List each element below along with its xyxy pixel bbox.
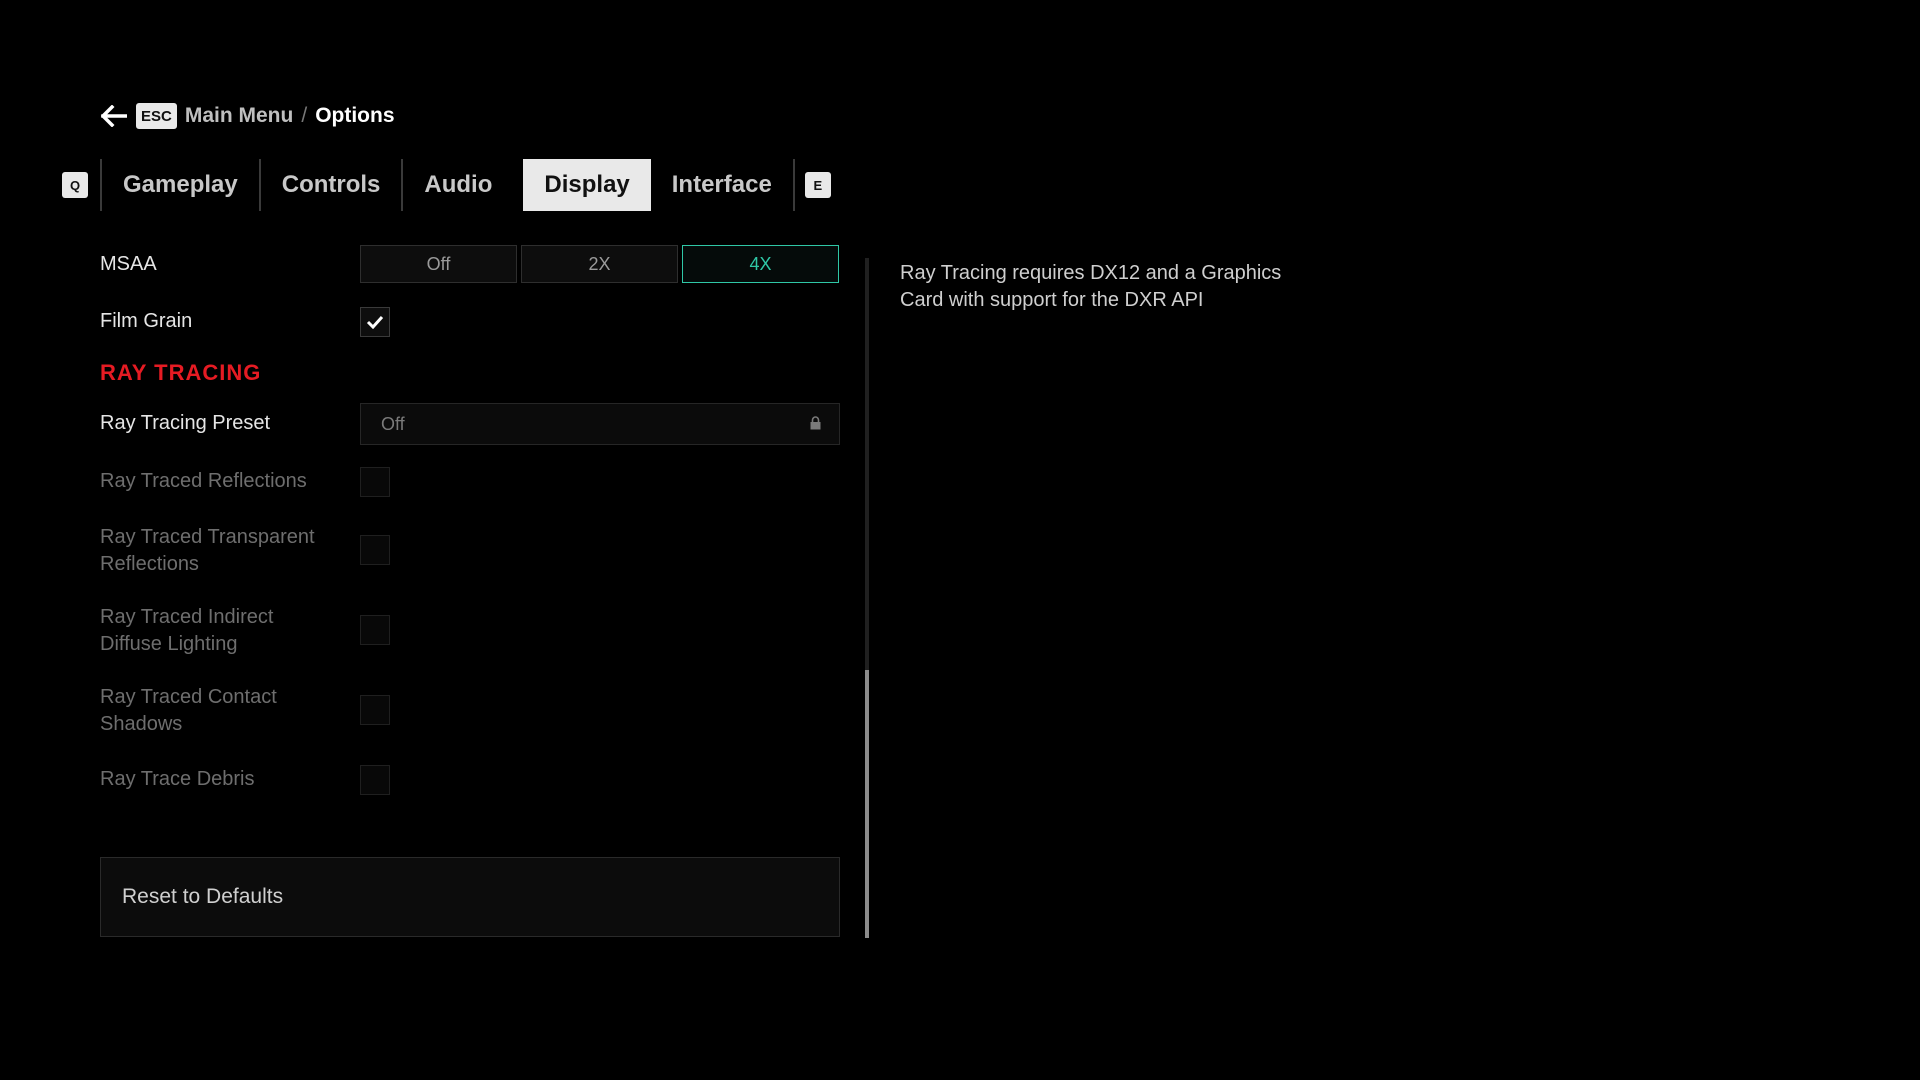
- tab-divider: [792, 159, 795, 211]
- checkmark-icon: [366, 315, 384, 329]
- label-line: Ray Traced Contact: [100, 686, 277, 708]
- breadcrumb: ESC Main Menu / Options: [100, 100, 395, 132]
- msaa-selector: Off 2X 4X: [360, 245, 839, 283]
- rt-reflections-checkbox[interactable]: [360, 467, 390, 497]
- rt-contact-shadows-checkbox[interactable]: [360, 695, 390, 725]
- prev-tab-key-hint[interactable]: Q: [62, 172, 88, 198]
- msaa-label: MSAA: [100, 253, 157, 275]
- breadcrumb-main-menu-link[interactable]: Main Menu: [185, 104, 294, 128]
- tab-interface[interactable]: Interface: [651, 159, 793, 211]
- tab-gameplay[interactable]: Gameplay: [102, 159, 259, 211]
- tab-bar: Q Gameplay Controls Audio Display Interf…: [62, 159, 831, 211]
- rt-debris-checkbox[interactable]: [360, 765, 390, 795]
- ray-tracing-preset-value: Off: [381, 413, 405, 434]
- label-line: Reflections: [100, 553, 199, 575]
- arrow-left-icon[interactable]: [100, 102, 128, 130]
- msaa-option-4x[interactable]: 4X: [682, 245, 839, 283]
- rt-debris-label: Ray Trace Debris: [100, 768, 255, 790]
- ray-tracing-preset-dropdown[interactable]: Off: [360, 403, 840, 445]
- rt-transparent-reflections-checkbox[interactable]: [360, 535, 390, 565]
- setting-description: Ray Tracing requires DX12 and a Graphics…: [900, 262, 1282, 311]
- msaa-option-off[interactable]: Off: [360, 245, 517, 283]
- breadcrumb-separator: /: [301, 104, 308, 127]
- ray-tracing-section-title: RAY TRACING: [100, 360, 262, 385]
- tab-controls[interactable]: Controls: [261, 159, 402, 211]
- breadcrumb-current: Options: [315, 104, 395, 127]
- label-line: Diffuse Lighting: [100, 633, 238, 655]
- lock-icon: [810, 414, 821, 435]
- next-tab-key-hint[interactable]: E: [804, 172, 831, 198]
- rt-transparent-reflections-label: Ray Traced Transparent Reflections: [100, 524, 315, 578]
- reset-to-defaults-button[interactable]: Reset to Defaults: [100, 857, 840, 937]
- rt-indirect-diffuse-label: Ray Traced Indirect Diffuse Lighting: [100, 604, 273, 658]
- settings-scrollbar-thumb[interactable]: [865, 670, 869, 938]
- label-line: Ray Traced Transparent: [100, 526, 315, 548]
- ray-tracing-preset-label: Ray Tracing Preset: [100, 412, 271, 434]
- tab-display[interactable]: Display: [523, 159, 651, 211]
- rt-indirect-diffuse-checkbox[interactable]: [360, 615, 390, 645]
- esc-key-hint: ESC: [136, 103, 177, 129]
- film-grain-checkbox[interactable]: [360, 307, 390, 337]
- label-line: Shadows: [100, 713, 183, 735]
- msaa-option-2x[interactable]: 2X: [521, 245, 678, 283]
- rt-reflections-label: Ray Traced Reflections: [100, 470, 307, 492]
- label-line: Ray Traced Indirect: [100, 606, 274, 628]
- tab-audio[interactable]: Audio: [403, 159, 513, 211]
- film-grain-label: Film Grain: [100, 310, 193, 332]
- rt-contact-shadows-label: Ray Traced Contact Shadows: [100, 684, 277, 738]
